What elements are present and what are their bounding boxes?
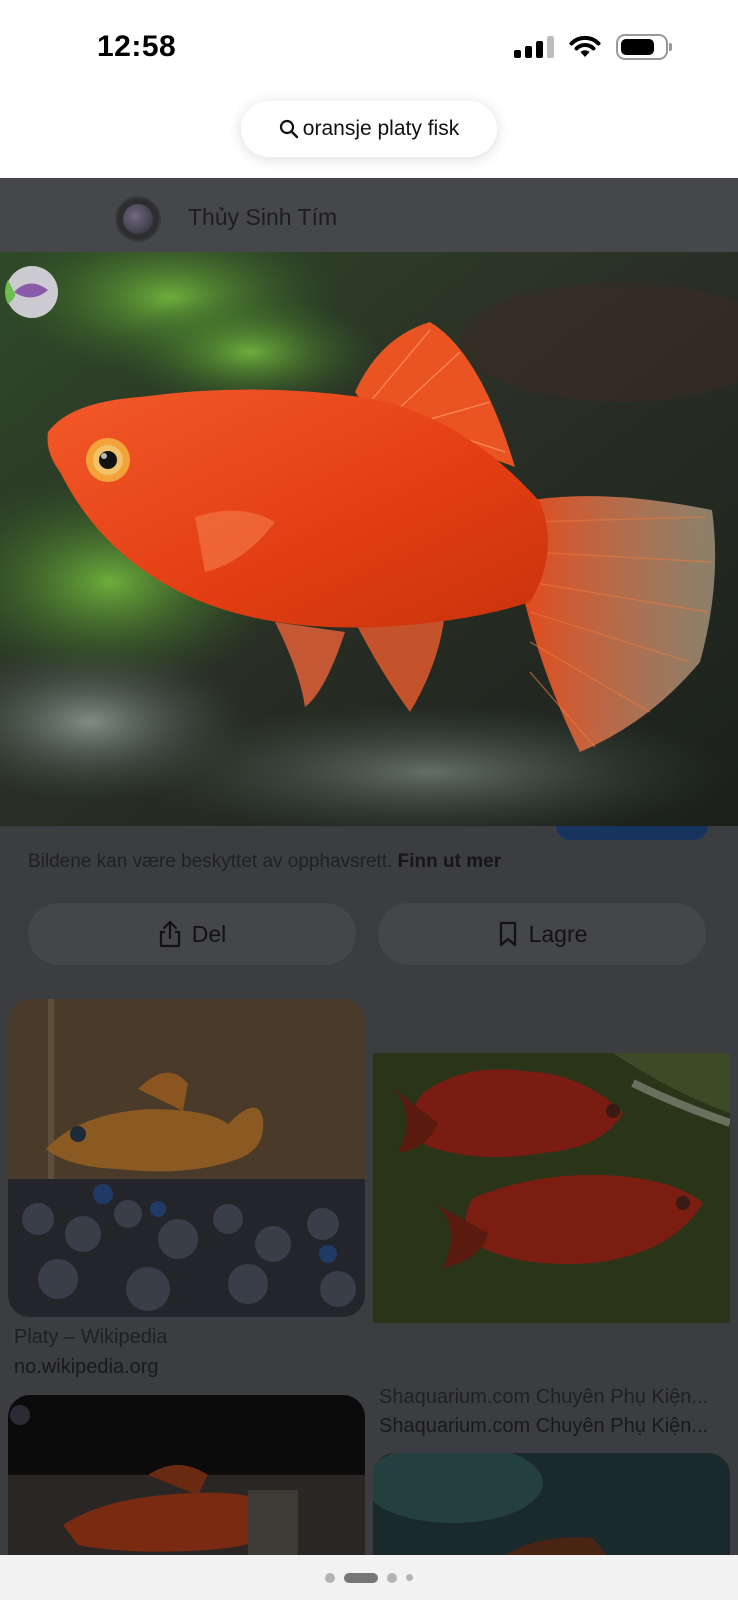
aquarium-thumbnail-photo bbox=[373, 1453, 730, 1563]
page-dot bbox=[325, 1572, 335, 1583]
search-bar[interactable]: oransje platy fisk bbox=[241, 101, 497, 157]
page-dot bbox=[406, 1574, 413, 1581]
result-title[interactable]: Platy – Wikipedia bbox=[14, 1326, 354, 1349]
save-label: Lagre bbox=[528, 920, 588, 947]
search-query: oransje platy fisk bbox=[302, 117, 460, 140]
search-header: oransje platy fisk bbox=[0, 90, 738, 178]
status-time: 12:58 bbox=[97, 30, 177, 63]
battery-icon bbox=[616, 34, 672, 60]
visit-button-edge[interactable] bbox=[556, 826, 708, 840]
result-image-shaquarium[interactable] bbox=[373, 1053, 730, 1323]
platy-aquarium-photo bbox=[8, 999, 365, 1317]
source-bar[interactable]: Thủy Sinh Tím bbox=[0, 178, 738, 252]
save-button[interactable]: Lagre bbox=[378, 903, 706, 965]
result-image-4[interactable] bbox=[373, 1453, 730, 1563]
cellular-signal-icon bbox=[514, 36, 554, 58]
learn-more-link[interactable]: Finn ut mer bbox=[398, 851, 501, 872]
share-label: Del bbox=[191, 920, 227, 947]
status-bar: 12:58 bbox=[0, 0, 738, 90]
page-dot-active bbox=[344, 1572, 378, 1583]
result-image-platy-wikipedia[interactable] bbox=[8, 999, 365, 1317]
result-title[interactable]: Shaquarium.com Chuyên Phụ Kiện... bbox=[379, 1386, 719, 1409]
source-logo-icon bbox=[123, 204, 153, 234]
result-domain: Shaquarium.com Chuyên Phụ Kiện... bbox=[379, 1415, 709, 1437]
orange-platy-fish-photo bbox=[0, 252, 738, 826]
wifi-icon bbox=[569, 35, 601, 57]
search-icon bbox=[279, 119, 298, 139]
status-icons bbox=[514, 34, 672, 60]
copyright-notice: Bildene kan være beskyttet av opphavsret… bbox=[28, 851, 501, 873]
copyright-text: Bildene kan være beskyttet av opphavsret… bbox=[28, 851, 393, 872]
result-image-3[interactable] bbox=[8, 1395, 365, 1555]
main-image[interactable] bbox=[0, 252, 738, 826]
bookmark-icon bbox=[499, 921, 516, 947]
source-name[interactable]: Thủy Sinh Tím bbox=[188, 204, 337, 231]
page-dot bbox=[387, 1572, 397, 1583]
source-avatar bbox=[115, 196, 161, 242]
orange-platy-dark-photo bbox=[8, 1395, 365, 1555]
share-icon bbox=[159, 920, 180, 948]
two-red-platy-photo bbox=[373, 1053, 730, 1323]
image-viewer-page: 12:58 oransje platy fisk Thủy Sinh Tím B… bbox=[0, 0, 738, 1600]
bottom-pager-bar bbox=[0, 1555, 738, 1600]
result-domain: no.wikipedia.org bbox=[14, 1356, 159, 1378]
share-button[interactable]: Del bbox=[28, 903, 356, 965]
page-indicator[interactable] bbox=[0, 1555, 738, 1600]
